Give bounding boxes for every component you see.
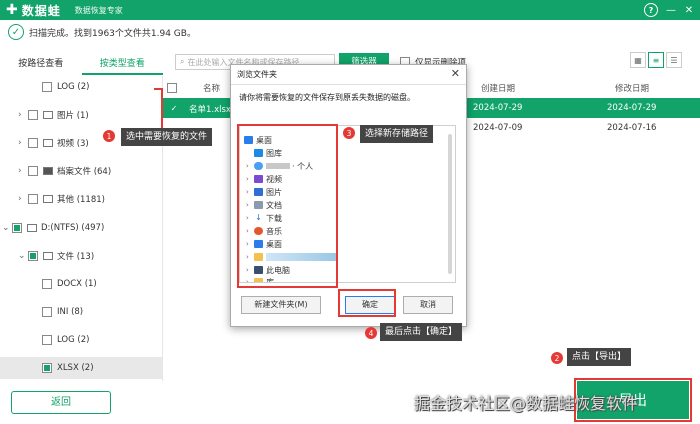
- created-date: 2024-07-29: [473, 103, 523, 113]
- column-modified[interactable]: 修改日期: [615, 82, 649, 94]
- close-icon[interactable]: ✕: [682, 3, 696, 17]
- checkbox[interactable]: [28, 194, 38, 204]
- plus-icon: ✚: [6, 2, 18, 18]
- tree-item-xlsx[interactable]: XLSX (2): [0, 357, 162, 379]
- drive-icon: [27, 224, 37, 232]
- detail-view-icon[interactable]: ☰: [666, 52, 682, 68]
- annotation-number: 4: [365, 327, 377, 339]
- archive-file-icon: [43, 167, 53, 175]
- annotation-number: 1: [103, 130, 115, 142]
- minimize-icon[interactable]: —: [664, 3, 678, 17]
- tree-item-label: INI (8): [57, 307, 84, 317]
- tree-item-documents[interactable]: ⌄ 文件 (13): [0, 247, 162, 265]
- annotation-number: 3: [343, 127, 355, 139]
- checkbox[interactable]: [28, 251, 38, 261]
- select-all-checkbox[interactable]: [167, 83, 177, 93]
- tree-item-docx[interactable]: DOCX (1): [0, 275, 162, 293]
- tree-item-label: LOG (2): [57, 335, 90, 345]
- tree-item-log-2[interactable]: LOG (2): [0, 331, 162, 349]
- tree-item-label: 视频 (3): [57, 139, 89, 149]
- checkbox[interactable]: [42, 307, 52, 317]
- checkbox[interactable]: [12, 223, 22, 233]
- annotation-label: 点击【导出】: [567, 348, 632, 366]
- dialog-title: 浏览文件夹: [231, 65, 466, 85]
- list-view-icon[interactable]: ≡: [648, 52, 664, 68]
- help-icon[interactable]: ?: [644, 3, 658, 17]
- tree-item-ini[interactable]: INI (8): [0, 303, 162, 321]
- checkbox[interactable]: [42, 82, 52, 92]
- annotation-number: 2: [551, 352, 563, 364]
- annotation-label: 最后点击【确定】: [380, 323, 463, 341]
- tab-by-path[interactable]: 按路径查看: [0, 55, 82, 75]
- modified-date: 2024-07-16: [607, 123, 657, 133]
- scan-status: ✓ 扫描完成。找到1963个文件共1.94 GB。: [8, 24, 196, 40]
- folder-icon: [43, 195, 53, 203]
- tree-item-label: 图片 (1): [57, 111, 89, 121]
- document-icon: [43, 252, 53, 260]
- tree-item-label: 档案文件 (64): [57, 167, 112, 177]
- modified-date: 2024-07-29: [607, 103, 657, 113]
- chevron-right-icon[interactable]: ›: [18, 194, 28, 204]
- check-icon: ✓: [8, 24, 24, 40]
- scrollbar[interactable]: [448, 134, 452, 274]
- tree-item-label: LOG (2): [57, 82, 90, 92]
- checkbox[interactable]: [28, 166, 38, 176]
- app-name: 数据蛙: [21, 3, 61, 18]
- created-date: 2024-07-09: [473, 123, 523, 133]
- app-subtitle: 数据恢复专家: [74, 5, 123, 15]
- tree-item-images[interactable]: › 图片 (1): [0, 106, 162, 124]
- tree-item-label: 文件 (13): [57, 252, 95, 262]
- checkbox[interactable]: [28, 138, 38, 148]
- tree-item-label: XLSX (2): [57, 363, 94, 373]
- annotation-label: 选择新存储路径: [360, 125, 434, 143]
- tree-item-other[interactable]: › 其他 (1181): [0, 190, 162, 208]
- image-file-icon: [43, 111, 53, 119]
- cancel-button[interactable]: 取消: [403, 296, 453, 314]
- chevron-right-icon[interactable]: ›: [18, 110, 28, 120]
- view-tabs: 按路径查看 按类型查看: [0, 55, 163, 75]
- checkbox[interactable]: [28, 110, 38, 120]
- tree-item-label: DOCX (1): [57, 279, 97, 289]
- watermark: 掘金技术社区@数据蛙恢复软件: [414, 394, 639, 413]
- checkbox[interactable]: [42, 279, 52, 289]
- grid-view-icon[interactable]: ▦: [630, 52, 646, 68]
- status-text: 扫描完成。找到1963个文件共1.94 GB。: [29, 28, 196, 39]
- chevron-down-icon[interactable]: ⌄: [2, 223, 12, 233]
- annotation-box-folder-tree: [237, 124, 338, 288]
- annotation-box-ok: [338, 289, 396, 317]
- tree-item-drive-d[interactable]: ⌄ D:(NTFS) (497): [0, 219, 162, 237]
- column-name[interactable]: 名称: [203, 82, 220, 94]
- title-bar: ✚ 数据蛙 数据恢复专家 ? — ✕: [0, 0, 700, 20]
- tree-item-label: D:(NTFS) (497): [41, 223, 105, 233]
- new-folder-button[interactable]: 新建文件夹(M): [241, 296, 321, 314]
- close-icon[interactable]: ✕: [451, 67, 460, 80]
- search-icon: ⌕: [180, 57, 185, 66]
- chevron-down-icon[interactable]: ⌄: [18, 251, 28, 261]
- tab-by-type[interactable]: 按类型查看: [81, 55, 163, 75]
- column-created[interactable]: 创建日期: [481, 82, 515, 94]
- checkbox[interactable]: [42, 363, 52, 373]
- chevron-right-icon[interactable]: ›: [18, 138, 28, 148]
- back-button[interactable]: 返回: [11, 391, 111, 414]
- app-logo: ✚ 数据蛙: [6, 2, 61, 19]
- tree-item-log[interactable]: LOG (2): [0, 78, 162, 96]
- file-name: 名单1.xlsx: [189, 105, 231, 115]
- annotation-label: 选中需要恢复的文件: [121, 128, 213, 146]
- checkbox[interactable]: [42, 335, 52, 345]
- video-file-icon: [43, 139, 53, 147]
- tree-item-label: 其他 (1181): [57, 195, 105, 205]
- row-checkbox[interactable]: ✓: [169, 103, 179, 113]
- tree-item-archives[interactable]: › 档案文件 (64): [0, 162, 162, 180]
- file-type-tree: LOG (2) › 图片 (1) › 视频 (3) › 档案文件 (64) › …: [0, 76, 163, 381]
- chevron-right-icon[interactable]: ›: [18, 166, 28, 176]
- dialog-description: 请你将需要恢复的文件保存到原丢失数据的磁盘。: [239, 93, 415, 102]
